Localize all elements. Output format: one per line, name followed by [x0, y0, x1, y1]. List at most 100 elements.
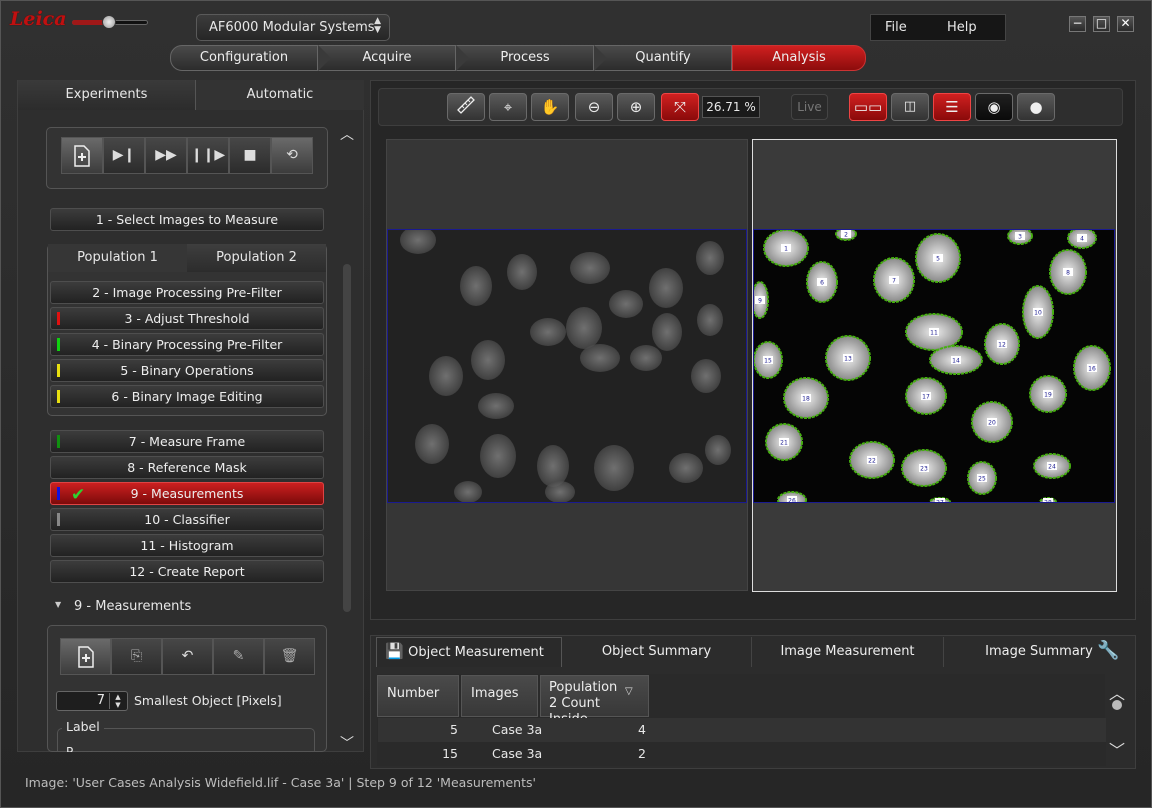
object-number: 4: [1080, 236, 1084, 243]
tab-image-measurement[interactable]: Image Measurement: [752, 637, 944, 667]
blob-icon[interactable]: ◉: [975, 93, 1013, 121]
minimize-icon[interactable]: −: [1069, 16, 1086, 32]
step-item[interactable]: 6 - Binary Image Editing: [50, 385, 324, 408]
tab-object-summary[interactable]: Object Summary: [562, 637, 752, 667]
table-cell: 4: [638, 722, 646, 737]
table-scroll-down-icon[interactable]: ﹀: [1108, 737, 1126, 761]
system-name: AF6000 Modular Systems: [209, 20, 375, 35]
add-icon[interactable]: [60, 638, 111, 675]
step-forward-icon[interactable]: ❙❙▶: [187, 137, 229, 174]
nucleus: [566, 307, 602, 349]
nucleus: [669, 453, 703, 483]
edit-icon[interactable]: ✎: [213, 638, 264, 675]
step-item[interactable]: 4 - Binary Processing Pre-Filter: [50, 333, 324, 356]
table-row[interactable]: 15 Case 3a 2: [378, 742, 1106, 766]
tab-population-2[interactable]: Population 2: [187, 244, 326, 272]
nucleus: [400, 230, 436, 254]
object-number: 24: [1048, 464, 1056, 471]
left-scrollbar[interactable]: [343, 264, 351, 612]
chevron-separator: [456, 45, 469, 71]
step-item[interactable]: 8 - Reference Mask: [50, 456, 324, 479]
step-item[interactable]: 9 - Measurements: [50, 482, 324, 505]
step-item[interactable]: 2 - Image Processing Pre-Filter: [50, 281, 324, 304]
chevron-separator: [594, 45, 607, 71]
step-item[interactable]: 12 - Create Report: [50, 560, 324, 583]
system-selector[interactable]: AF6000 Modular Systems ▲ ▼: [196, 14, 390, 41]
object-number: 15: [764, 358, 772, 365]
status-indicator: [57, 513, 60, 526]
step-select-images[interactable]: 1 - Select Images to Measure: [50, 208, 324, 231]
object-number: 20: [988, 420, 996, 427]
list-view-icon[interactable]: ☰: [933, 93, 971, 121]
nucleus: [507, 254, 537, 290]
live-button[interactable]: Live: [791, 94, 828, 120]
tab-object-measurement[interactable]: 💾 Object Measurement (28,0): [376, 637, 562, 690]
step-item[interactable]: 3 - Adjust Threshold: [50, 307, 324, 330]
status-bar: Image: 'User Cases Analysis Widefield.li…: [25, 775, 536, 790]
undo-icon[interactable]: ↶: [162, 638, 213, 675]
workflow-configuration[interactable]: Configuration: [170, 45, 318, 71]
object-number: 26: [788, 498, 796, 504]
table-row[interactable]: 5 Case 3a 4: [378, 718, 1106, 742]
nucleus: [530, 318, 566, 346]
status-indicator: [57, 390, 60, 403]
table-cell: 5: [450, 722, 458, 737]
table-scroll-thumb[interactable]: [1112, 700, 1122, 710]
maximize-icon[interactable]: □: [1093, 16, 1110, 32]
workflow-process[interactable]: Process: [456, 45, 594, 71]
step-item[interactable]: 5 - Binary Operations: [50, 359, 324, 382]
object-number: 13: [844, 356, 852, 363]
col-number[interactable]: Number: [377, 675, 459, 717]
collapse-toggle-icon[interactable]: ▼: [55, 600, 61, 609]
delete-doc-icon[interactable]: ⎘: [111, 638, 162, 675]
object-number: 6: [820, 280, 824, 287]
loop-icon[interactable]: ⟲: [271, 137, 313, 174]
step-icon[interactable]: ▶︎❙: [103, 137, 145, 174]
status-indicator: [57, 487, 60, 500]
crosshair-icon[interactable]: ⌖: [489, 93, 527, 121]
stop-icon[interactable]: ■: [229, 137, 271, 174]
workflow-analysis[interactable]: Analysis: [732, 45, 866, 71]
tab-population-1[interactable]: Population 1: [48, 244, 187, 272]
object-number: 21: [780, 440, 788, 447]
fit-icon[interactable]: ⤧: [661, 93, 699, 121]
source-image[interactable]: [387, 229, 747, 503]
split-view-icon[interactable]: ▭▭: [849, 93, 887, 121]
tab-experiments[interactable]: Experiments: [18, 80, 196, 110]
step-item[interactable]: 11 - Histogram: [50, 534, 324, 557]
menu-file[interactable]: File: [885, 20, 907, 35]
wrench-icon[interactable]: 🔧: [1097, 640, 1119, 661]
status-indicator: [57, 435, 60, 448]
hand-icon[interactable]: ✋: [531, 93, 569, 121]
step-item[interactable]: 7 - Measure Frame: [50, 430, 324, 453]
segmented-image[interactable]: 1 2 3 4 5 6 7 8 9 10 11 12 13 14 15 16 17 18 19 20 21 22 23 24 2…: [753, 229, 1115, 503]
scroll-down-icon[interactable]: ﹀: [340, 733, 354, 753]
nucleus: [697, 304, 723, 336]
scroll-up-icon[interactable]: ︿: [340, 124, 354, 144]
zoom-in-icon[interactable]: ⊕: [617, 93, 655, 121]
col-images[interactable]: Images: [461, 675, 538, 717]
trash-icon[interactable]: 🗑: [264, 638, 315, 675]
ruler-icon[interactable]: [447, 93, 485, 121]
overlay-icon[interactable]: ◫: [891, 93, 929, 121]
chevron-separator: [318, 45, 331, 71]
object-number: 18: [802, 396, 810, 403]
step-item[interactable]: 10 - Classifier: [50, 508, 324, 531]
mask-icon[interactable]: ●: [1017, 93, 1055, 121]
object-number: 1: [784, 246, 788, 253]
workflow-acquire[interactable]: Acquire: [318, 45, 456, 71]
object-number: 3: [1018, 234, 1022, 241]
tab-automatic[interactable]: Automatic: [196, 80, 364, 110]
zoom-out-icon[interactable]: ⊖: [575, 93, 613, 121]
object-number: 27: [936, 500, 944, 504]
object-number: 7: [892, 278, 896, 285]
menu-help[interactable]: Help: [947, 20, 977, 35]
stepper-arrows-icon[interactable]: ▲ ▼: [109, 693, 126, 709]
sort-desc-icon[interactable]: ▽: [625, 686, 633, 697]
nucleus: [415, 424, 449, 464]
new-doc-icon[interactable]: [61, 137, 103, 174]
nucleus: [580, 344, 620, 372]
fast-forward-icon[interactable]: ▶▶: [145, 137, 187, 174]
close-icon[interactable]: ✕: [1117, 16, 1134, 32]
workflow-quantify[interactable]: Quantify: [594, 45, 732, 71]
